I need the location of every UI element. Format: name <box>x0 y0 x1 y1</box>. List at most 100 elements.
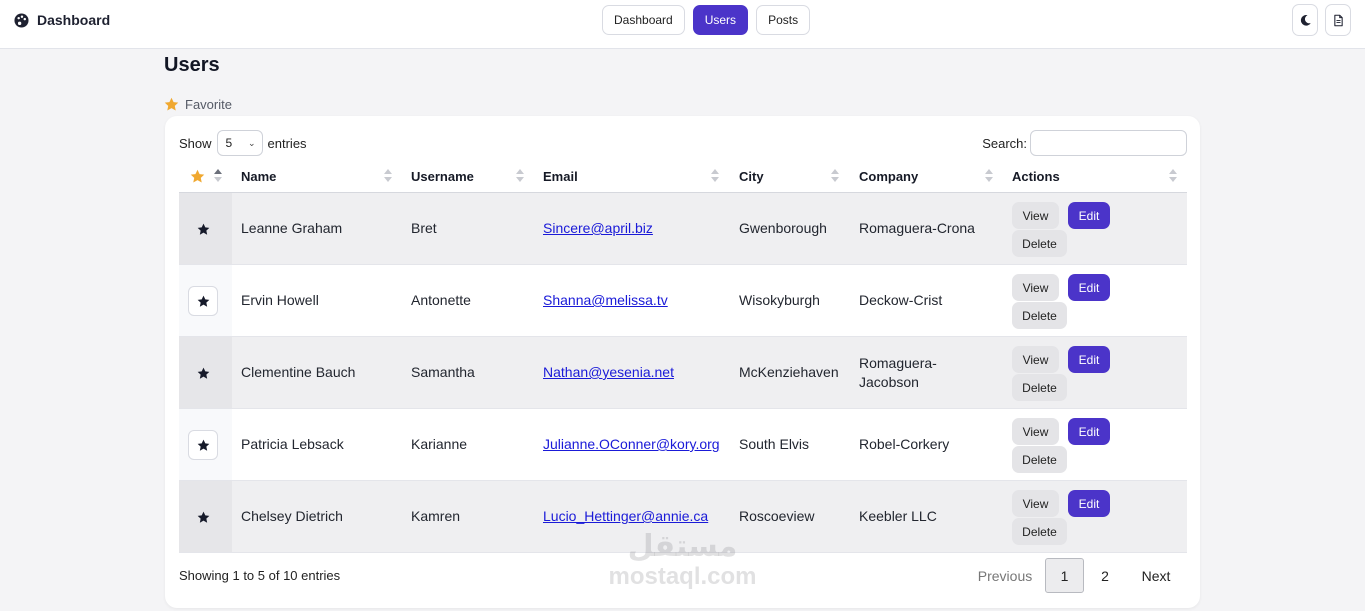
favorite-label: Favorite <box>185 97 232 112</box>
sort-indicator <box>1169 169 1177 183</box>
view-button[interactable]: View <box>1012 202 1059 229</box>
cell-name: Chelsey Dietrich <box>241 508 343 524</box>
brand-title: Dashboard <box>37 12 111 28</box>
favorite-cell <box>179 265 232 336</box>
tab-posts[interactable]: Posts <box>756 5 811 35</box>
page-button-2[interactable]: 2 <box>1084 558 1126 593</box>
star-icon <box>197 367 209 379</box>
email-link[interactable]: Nathan@yesenia.net <box>543 363 674 382</box>
delete-button[interactable]: Delete <box>1012 518 1067 545</box>
column-header-name[interactable]: Name <box>241 159 276 193</box>
email-link[interactable]: Shanna@melissa.tv <box>543 291 668 310</box>
table-row: Patricia Lebsack Karianne Julianne.OConn… <box>179 409 1187 481</box>
favorite-toggle-button[interactable] <box>188 214 218 244</box>
cell-username: Antonette <box>411 292 471 308</box>
users-table: Name Username Email City Company Actions… <box>179 159 1187 553</box>
export-document-button[interactable] <box>1325 4 1351 36</box>
cell-email: Julianne.OConner@kory.org <box>543 409 720 480</box>
palette-icon <box>14 12 29 28</box>
sort-indicator <box>516 169 524 183</box>
show-label: Show <box>179 135 212 151</box>
sort-indicator <box>831 169 839 183</box>
cell-company: Romaguera-Jacobson <box>859 354 937 390</box>
edit-button[interactable]: Edit <box>1068 202 1110 229</box>
view-button[interactable]: View <box>1012 274 1059 301</box>
column-header-username[interactable]: Username <box>411 159 474 193</box>
sort-indicator <box>214 169 222 183</box>
favorite-toggle-button[interactable] <box>188 286 218 316</box>
star-icon <box>197 295 209 307</box>
cell-company: Robel-Corkery <box>859 436 950 452</box>
top-navbar: Dashboard Dashboard Users Posts <box>0 0 1365 49</box>
edit-button[interactable]: Edit <box>1068 274 1110 301</box>
star-icon <box>190 169 205 182</box>
main-nav: Dashboard Users Posts <box>602 5 811 35</box>
cell-city: Wisokyburgh <box>739 292 820 308</box>
sort-indicator <box>985 169 993 183</box>
favorite-cell <box>179 193 232 264</box>
next-page-button[interactable]: Next <box>1126 558 1186 593</box>
cell-username: Bret <box>411 220 437 236</box>
cell-username: Kamren <box>411 508 461 524</box>
view-button[interactable]: View <box>1012 346 1059 373</box>
page-size-control: Show 5 ⌄ entries <box>179 130 307 156</box>
tab-users[interactable]: Users <box>692 5 749 35</box>
cell-email: Nathan@yesenia.net <box>543 337 674 408</box>
column-header-actions[interactable]: Actions <box>1012 159 1060 193</box>
page-size-select[interactable]: 5 ⌄ <box>216 130 263 156</box>
search-input[interactable] <box>1030 130 1187 156</box>
cell-name: Leanne Graham <box>241 220 343 236</box>
watermark-latin: mostaql.com <box>608 563 757 590</box>
watermark-arabic: مستقل <box>627 530 738 563</box>
favorite-toggle-button[interactable] <box>188 502 218 532</box>
page-button-1[interactable]: 1 <box>1045 558 1084 593</box>
favorite-cell <box>179 337 232 408</box>
cell-company: Deckow-Crist <box>859 292 943 308</box>
delete-button[interactable]: Delete <box>1012 230 1067 257</box>
cell-username: Karianne <box>411 436 468 452</box>
cell-company: Keebler LLC <box>859 508 937 524</box>
cell-name: Ervin Howell <box>241 292 319 308</box>
column-header-company[interactable]: Company <box>859 159 918 193</box>
delete-button[interactable]: Delete <box>1012 374 1067 401</box>
delete-button[interactable]: Delete <box>1012 446 1067 473</box>
page-size-value: 5 <box>225 136 233 150</box>
delete-button[interactable]: Delete <box>1012 302 1067 329</box>
edit-button[interactable]: Edit <box>1068 346 1110 373</box>
star-icon <box>164 97 179 111</box>
theme-toggle-button[interactable] <box>1292 4 1318 36</box>
favorite-toggle-button[interactable] <box>188 358 218 388</box>
cell-email: Shanna@melissa.tv <box>543 265 668 336</box>
cell-city: South Elvis <box>739 436 810 452</box>
cell-city: McKenziehaven <box>739 364 839 380</box>
favorite-column-header[interactable] <box>190 159 205 193</box>
cell-name: Patricia Lebsack <box>241 436 344 452</box>
cell-email: Sincere@april.biz <box>543 193 653 264</box>
sort-indicator <box>711 169 719 183</box>
watermark: مستقل mostaql.com <box>600 530 765 590</box>
view-button[interactable]: View <box>1012 418 1059 445</box>
email-link[interactable]: Julianne.OConner@kory.org <box>543 435 720 454</box>
email-link[interactable]: Sincere@april.biz <box>543 219 653 238</box>
column-header-email[interactable]: Email <box>543 159 578 193</box>
favorite-toggle-button[interactable] <box>188 430 218 460</box>
chevron-down-icon: ⌄ <box>247 137 256 148</box>
brand[interactable]: Dashboard <box>14 11 110 29</box>
pagination: Previous 1 2 Next <box>965 558 1186 593</box>
edit-button[interactable]: Edit <box>1068 418 1110 445</box>
table-row: Ervin Howell Antonette Shanna@melissa.tv… <box>179 265 1187 337</box>
email-link[interactable]: Lucio_Hettinger@annie.ca <box>543 507 708 526</box>
view-button[interactable]: View <box>1012 490 1059 517</box>
column-header-city[interactable]: City <box>739 159 764 193</box>
previous-page-button[interactable]: Previous <box>965 558 1045 593</box>
sort-indicator <box>384 169 392 183</box>
cell-name: Clementine Bauch <box>241 364 356 380</box>
edit-button[interactable]: Edit <box>1068 490 1110 517</box>
table-info: Showing 1 to 5 of 10 entries <box>179 568 341 583</box>
tab-dashboard[interactable]: Dashboard <box>602 5 685 35</box>
table-row: Clementine Bauch Samantha Nathan@yesenia… <box>179 337 1187 409</box>
favorite-filter[interactable]: Favorite <box>164 97 232 112</box>
cell-city: Gwenborough <box>739 220 827 236</box>
star-icon <box>197 511 209 523</box>
cell-username: Samantha <box>411 364 475 380</box>
